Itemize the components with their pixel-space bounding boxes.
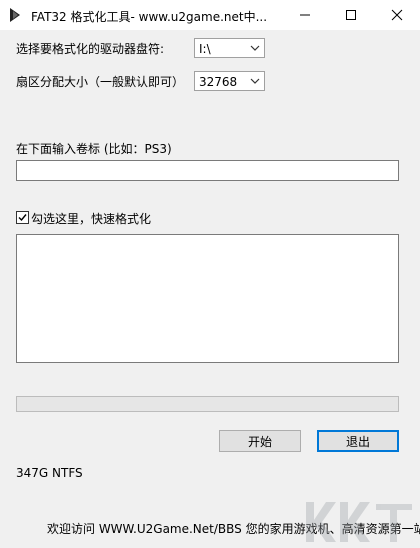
progress-bar (16, 396, 399, 412)
maximize-button[interactable] (328, 0, 374, 30)
close-icon (391, 9, 403, 21)
chevron-down-icon (250, 78, 260, 84)
cluster-size-select[interactable]: 32768 (194, 71, 265, 91)
drive-select-value: I:\ (199, 42, 211, 56)
start-button[interactable]: 开始 (219, 430, 301, 452)
close-button[interactable] (374, 0, 420, 30)
disk-info: 347G NTFS (16, 466, 83, 480)
quick-format-label: 勾选这里，快速格式化 (31, 212, 152, 226)
window-title: FAT32 格式化工具- www.u2game.net中... (31, 10, 268, 24)
app-icon (10, 8, 20, 22)
volume-label-input[interactable] (16, 160, 399, 181)
quick-format-checkbox[interactable] (16, 211, 29, 224)
drive-label: 选择要格式化的驱动器盘符: (16, 42, 165, 56)
watermark-logo-icon (306, 502, 412, 542)
check-icon (18, 214, 27, 222)
exit-button[interactable]: 退出 (317, 430, 399, 452)
cluster-size-label: 扇区分配大小（一般默认即可） (16, 75, 185, 89)
chevron-down-icon (250, 45, 260, 51)
minimize-button[interactable] (282, 0, 328, 30)
log-textarea[interactable] (16, 234, 399, 363)
drive-select[interactable]: I:\ (194, 38, 265, 58)
cluster-size-value: 32768 (199, 75, 238, 89)
maximize-icon (346, 10, 356, 20)
volume-label-prompt: 在下面输入卷标 (比如：PS3) (16, 142, 172, 156)
minimize-icon (300, 14, 310, 16)
title-bar[interactable]: FAT32 格式化工具- www.u2game.net中... (0, 0, 420, 30)
